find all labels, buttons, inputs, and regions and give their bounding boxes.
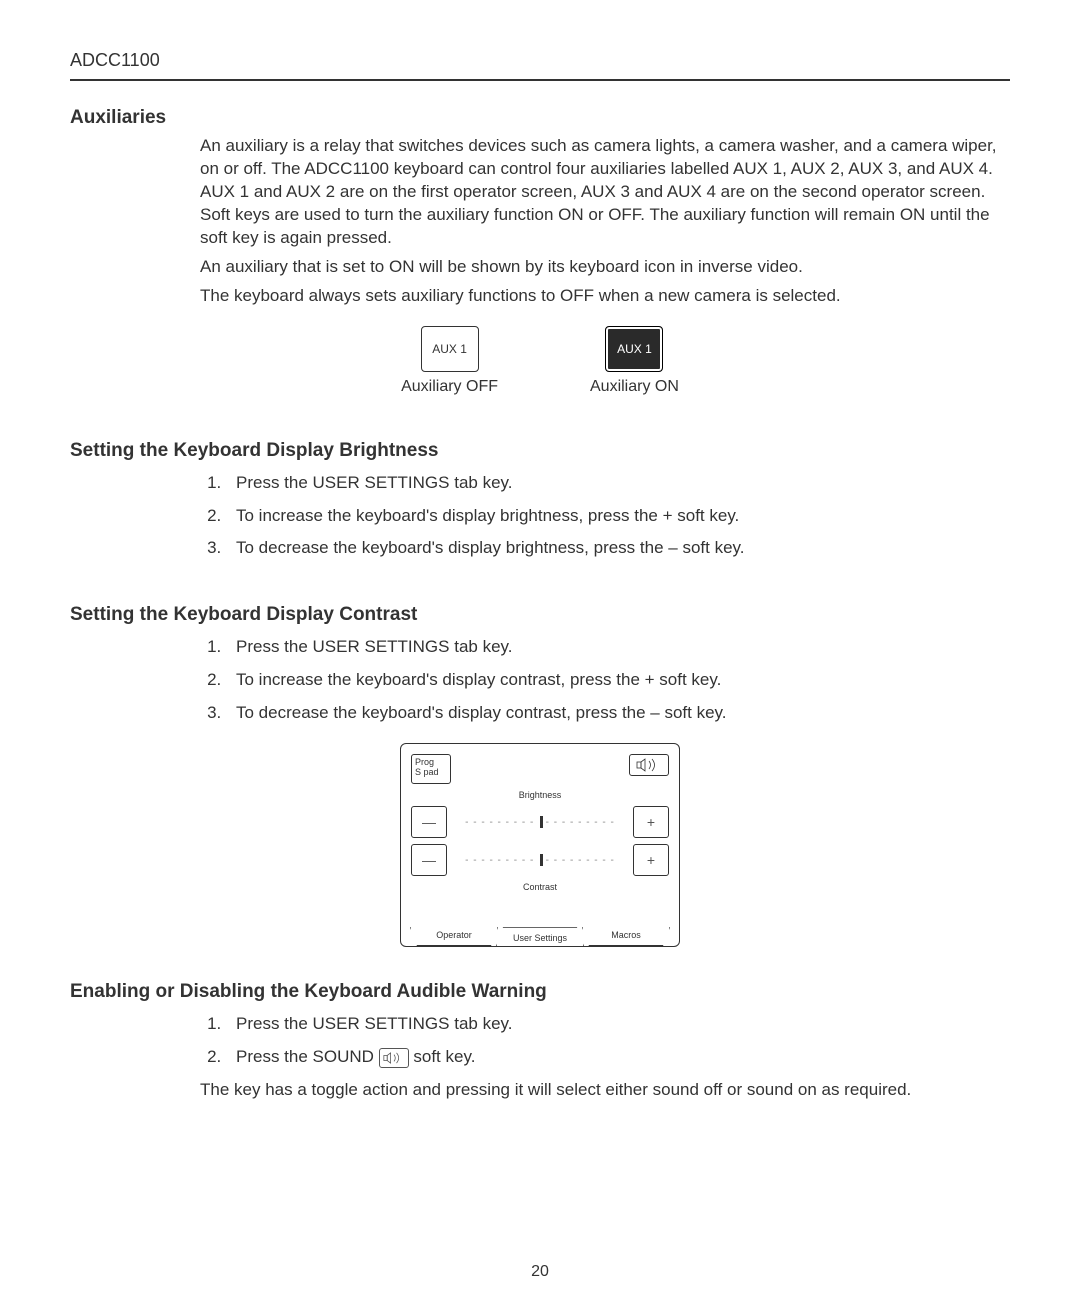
step-text: To decrease the keyboard's display contr… (236, 703, 727, 722)
speaker-icon (383, 1052, 405, 1064)
list-item: Press the USER SETTINGS tab key. (226, 1013, 1000, 1036)
contrast-slider: - - - - - - - - - - - - - - - - - - (455, 854, 625, 866)
brightness-label: Brightness (411, 790, 669, 800)
list-item: To increase the keyboard's display contr… (226, 669, 1000, 692)
section-title-contrast: Setting the Keyboard Display Contrast (70, 604, 1010, 626)
list-item: To decrease the keyboard's display contr… (226, 702, 1000, 725)
contrast-label: Contrast (411, 882, 669, 892)
aux-off-column: AUX 1 Auxiliary OFF (401, 326, 498, 396)
aux-paragraph-3: The keyboard always sets auxiliary funct… (200, 285, 1000, 308)
aux-off-caption: Auxiliary OFF (401, 378, 498, 396)
section-title-audible: Enabling or Disabling the Keyboard Audib… (70, 981, 1010, 1003)
sound-button (629, 754, 669, 776)
brightness-steps: Press the USER SETTINGS tab key. To incr… (200, 472, 1000, 561)
tab-macros: Macros (582, 927, 670, 946)
list-item: Press the USER SETTINGS tab key. (226, 472, 1000, 495)
page-number: 20 (0, 1263, 1080, 1281)
diagram-tabs: Operator User Settings Macros (411, 920, 669, 946)
contrast-steps: Press the USER SETTINGS tab key. To incr… (200, 636, 1000, 725)
audible-paragraph: The key has a toggle action and pressing… (200, 1079, 1000, 1102)
list-item: Press the USER SETTINGS tab key. (226, 636, 1000, 659)
aux-on-column: AUX 1 Auxiliary ON (590, 326, 679, 396)
aux-on-icon: AUX 1 (605, 326, 663, 372)
prog-s-pad-button: Prog S pad (411, 754, 451, 784)
settings-display-diagram: Prog S pad Brightness — - - - - - - - - … (400, 743, 680, 947)
document-id: ADCC1100 (70, 50, 1010, 71)
section-title-brightness: Setting the Keyboard Display Brightness (70, 440, 1010, 462)
aux-paragraph-1: An auxiliary is a relay that switches de… (200, 135, 1000, 250)
sound-inline-icon (379, 1048, 409, 1068)
step-text-tail: soft key. (409, 1047, 476, 1066)
step-text: To decrease the keyboard's display brigh… (236, 538, 744, 557)
step-text: To increase the keyboard's display brigh… (236, 506, 739, 525)
list-item: To decrease the keyboard's display brigh… (226, 537, 1000, 560)
step-text: To increase the keyboard's display contr… (236, 670, 721, 689)
section-title-auxiliaries: Auxiliaries (70, 107, 1010, 129)
aux-off-icon: AUX 1 (421, 326, 479, 372)
manual-page: ADCC1100 Auxiliaries An auxiliary is a r… (0, 0, 1080, 1311)
aux-icon-row: AUX 1 Auxiliary OFF AUX 1 Auxiliary ON (70, 326, 1010, 396)
audible-steps: Press the USER SETTINGS tab key. Press t… (200, 1013, 1000, 1069)
list-item: To increase the keyboard's display brigh… (226, 505, 1000, 528)
contrast-plus-button: + (633, 844, 669, 876)
step-text: Press the SOUND (236, 1047, 379, 1066)
tab-operator: Operator (410, 927, 498, 946)
contrast-minus-button: — (411, 844, 447, 876)
tab-user-settings: User Settings (496, 927, 584, 946)
header-rule (70, 79, 1010, 81)
list-item: Press the SOUND soft key. (226, 1046, 1000, 1069)
brightness-slider: - - - - - - - - - - - - - - - - - - (455, 816, 625, 828)
aux-on-caption: Auxiliary ON (590, 378, 679, 396)
aux-paragraph-2: An auxiliary that is set to ON will be s… (200, 256, 1000, 279)
brightness-plus-button: + (633, 806, 669, 838)
brightness-minus-button: — (411, 806, 447, 838)
speaker-icon (636, 758, 662, 772)
